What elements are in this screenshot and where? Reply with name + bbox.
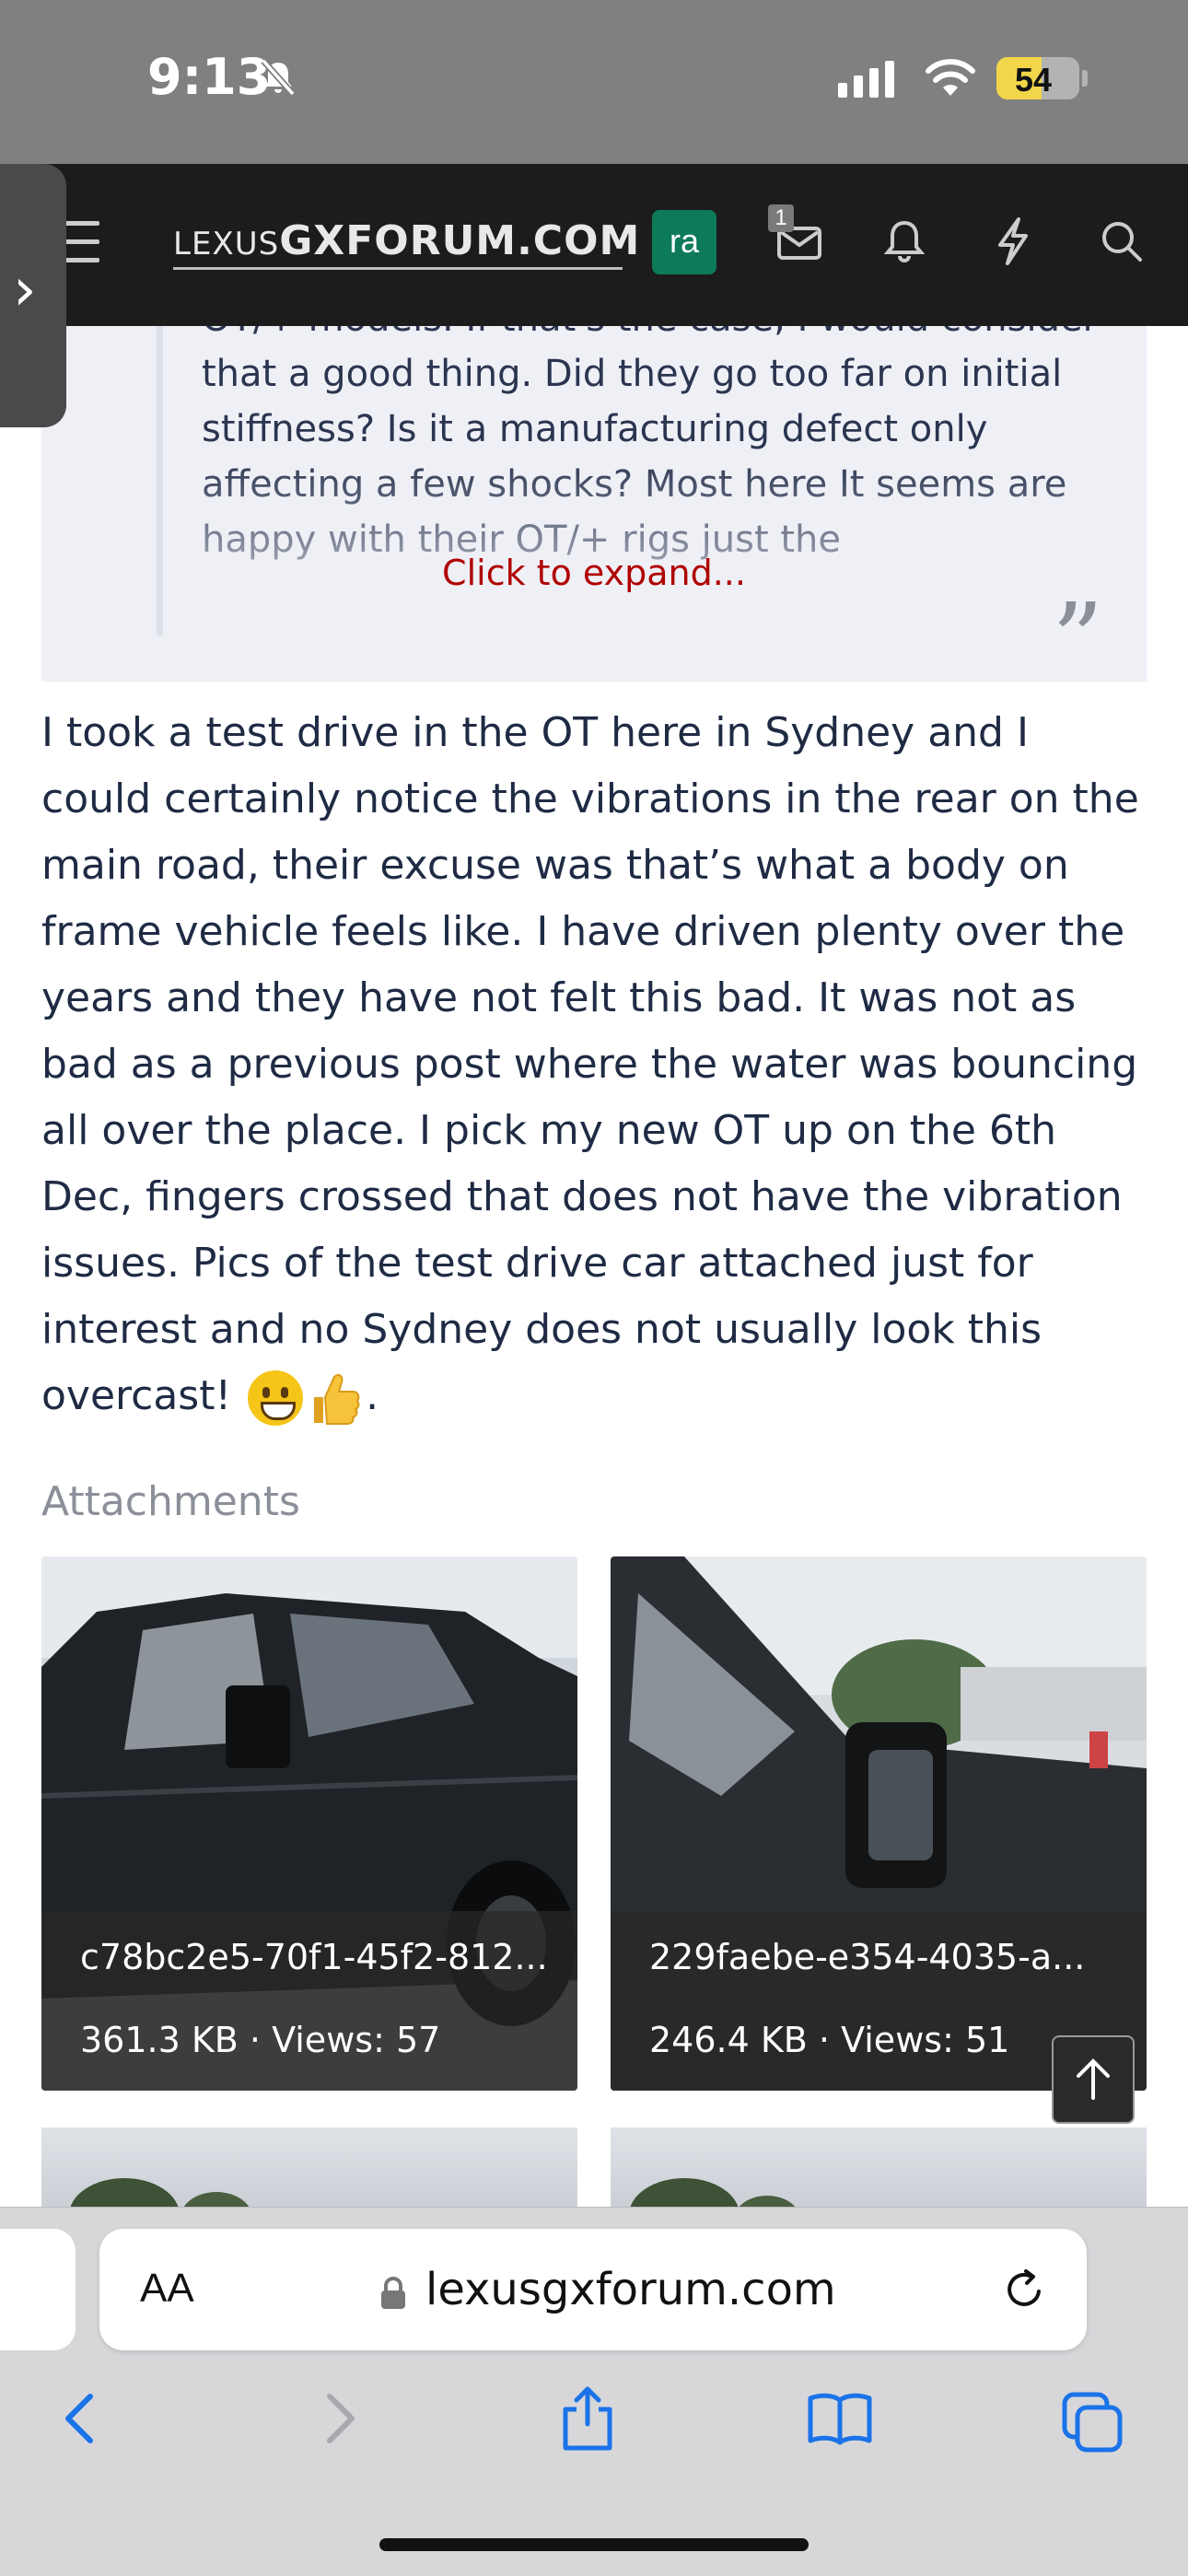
url-text: lexusgxforum.com bbox=[425, 2264, 836, 2315]
battery-icon: 54 bbox=[996, 57, 1079, 99]
attachment-card[interactable] bbox=[611, 2127, 1147, 2220]
bolt-icon[interactable] bbox=[991, 216, 1035, 267]
attachment-meta: 361.3 KB · Views: 57 bbox=[80, 2020, 441, 2060]
attachment-card[interactable]: 229faebe-e354-4035-a... 246.4 KB · Views… bbox=[611, 1556, 1147, 2091]
lock-icon bbox=[381, 2277, 405, 2309]
attachment-card[interactable]: c78bc2e5-70f1-45f2-812... 361.3 KB · Vie… bbox=[41, 1556, 577, 2091]
home-indicator bbox=[379, 2538, 809, 2551]
post-body: I took a test drive in the OT here in Sy… bbox=[41, 700, 1151, 1429]
wifi-icon bbox=[926, 59, 975, 96]
site-logo[interactable]: LEXUSGXFORUM.COM bbox=[173, 217, 640, 264]
signal-icon bbox=[838, 61, 894, 98]
attachment-card[interactable] bbox=[41, 2127, 577, 2220]
attachment-meta: 246.4 KB · Views: 51 bbox=[649, 2020, 1010, 2060]
side-drawer-tab[interactable]: › bbox=[0, 164, 66, 427]
back-icon[interactable] bbox=[55, 2389, 107, 2448]
attachment-image bbox=[629, 2178, 800, 2220]
chevron-right-icon: › bbox=[13, 256, 37, 324]
quote-icon: ” bbox=[1052, 581, 1104, 699]
status-bar: 9:13 54 bbox=[0, 0, 1188, 164]
bell-icon[interactable] bbox=[879, 216, 930, 267]
logo-lexus: LEXUS bbox=[173, 226, 280, 262]
click-to-expand-link[interactable]: Click to expand... bbox=[0, 553, 1188, 593]
messages-badge: 1 bbox=[768, 204, 794, 232]
reload-icon[interactable] bbox=[998, 2264, 1050, 2315]
scroll-to-top-button[interactable] bbox=[1052, 2035, 1135, 2124]
address-bar[interactable]: AA lexusgxforum.com bbox=[99, 2229, 1087, 2350]
logo-gxforum: GXFORUM.COM bbox=[279, 217, 641, 264]
bell-slash-icon bbox=[261, 58, 296, 97]
forward-icon[interactable] bbox=[313, 2389, 365, 2448]
attachment-image bbox=[69, 2178, 253, 2220]
user-avatar[interactable]: ra bbox=[652, 210, 716, 274]
bookmarks-icon[interactable] bbox=[805, 2389, 875, 2448]
post-ending: . bbox=[366, 1372, 379, 1419]
battery-cap bbox=[1082, 70, 1088, 87]
search-icon[interactable] bbox=[1096, 216, 1147, 267]
attachment-filename[interactable]: 229faebe-e354-4035-a... bbox=[649, 1937, 1085, 1977]
arrow-up-icon bbox=[1077, 2058, 1110, 2100]
menu-icon[interactable] bbox=[64, 221, 99, 276]
logo-underline bbox=[173, 267, 623, 270]
quoted-post: OT/+ models. If that's the case, I would… bbox=[41, 326, 1147, 682]
quote-fade bbox=[163, 455, 1147, 639]
grinning-face-icon bbox=[248, 1370, 304, 1426]
attachments-heading: Attachments bbox=[41, 1478, 300, 1525]
share-icon[interactable] bbox=[556, 2384, 619, 2454]
previous-tab-peek[interactable] bbox=[0, 2229, 76, 2350]
attachment-caption: c78bc2e5-70f1-45f2-812... 361.3 KB · Vie… bbox=[41, 1911, 577, 2091]
battery-percentage: 54 bbox=[1014, 61, 1053, 99]
post-text: I took a test drive in the OT here in Sy… bbox=[41, 709, 1139, 1419]
reader-options-button[interactable]: AA bbox=[140, 2266, 194, 2312]
status-time: 9:13 bbox=[147, 48, 272, 106]
attachment-filename[interactable]: c78bc2e5-70f1-45f2-812... bbox=[80, 1937, 548, 1977]
thumbs-up-icon bbox=[314, 1374, 360, 1425]
tabs-icon[interactable] bbox=[1059, 2389, 1125, 2455]
